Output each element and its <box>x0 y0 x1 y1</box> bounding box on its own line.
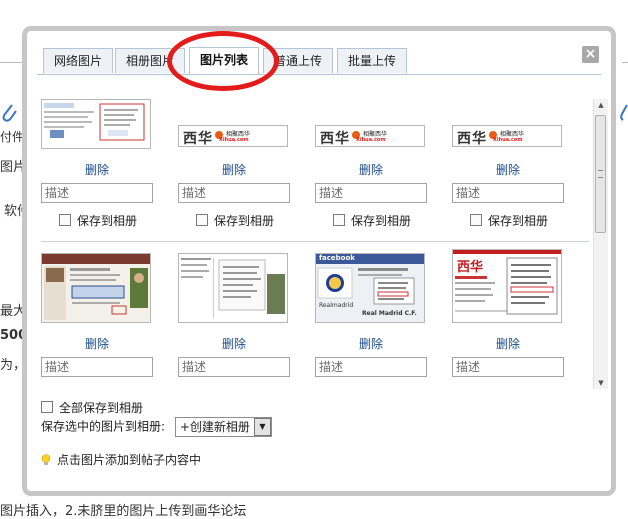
realmadrid-cf-label: Real Madrid C.F. <box>362 310 417 317</box>
image-thumbnail[interactable]: 西华 相聚西华 Xihua.com <box>315 125 425 147</box>
scrollbar-thumb[interactable] <box>595 115 606 233</box>
logo-url: Xihua.com <box>493 137 523 143</box>
paperclip-icon <box>2 104 17 122</box>
gallery-row: 删除 保存到相册 西华 相聚西华 Xihua.com 删除 保存到相册 <box>41 95 589 245</box>
image-thumbnail[interactable]: 西华 相聚西华 Xihua.com <box>178 125 288 147</box>
facebook-logo-text: facebook <box>319 254 355 262</box>
gallery-scrollbar[interactable]: ▲ ▼ <box>593 99 608 389</box>
description-input[interactable] <box>178 357 290 377</box>
background-text: 付件 <box>0 130 25 144</box>
delete-link[interactable]: 删除 <box>452 161 564 178</box>
save-to-album-option[interactable]: 保存到相册 <box>196 212 274 229</box>
description-input[interactable] <box>178 183 290 203</box>
delete-link[interactable]: 删除 <box>178 161 290 178</box>
image-gallery: 删除 保存到相册 西华 相聚西华 Xihua.com 删除 保存到相册 <box>41 95 599 392</box>
image-thumbnail[interactable] <box>41 253 151 323</box>
save-to-album-option[interactable]: 保存到相册 <box>59 212 137 229</box>
forum-menu-thumbnail-art <box>179 254 287 322</box>
delete-link[interactable]: 删除 <box>41 161 153 178</box>
image-thumbnail[interactable] <box>178 253 288 323</box>
gallery-item: 西华 相聚西华 Xihua.com 删除 保存到相册 <box>452 95 572 235</box>
save-selected-row: 保存选中的图片到相册: +创建新相册 ▼ <box>41 417 272 437</box>
save-to-album-checkbox[interactable] <box>59 214 71 226</box>
logo-text: 西华 <box>320 131 350 147</box>
tab-image-list[interactable]: 图片列表 <box>189 47 259 74</box>
save-all-checkbox[interactable] <box>41 401 53 413</box>
scroll-up-arrow-icon[interactable]: ▲ <box>594 99 608 111</box>
save-to-album-checkbox[interactable] <box>470 214 482 226</box>
xihua-menu-thumbnail-art <box>453 250 561 315</box>
tab-web-images[interactable]: 网络图片 <box>43 48 113 73</box>
save-to-album-label: 保存到相册 <box>351 214 412 228</box>
save-to-album-checkbox[interactable] <box>196 214 208 226</box>
gallery-item: 删除 保存到相册 <box>41 95 161 235</box>
delete-link[interactable]: 删除 <box>315 335 427 352</box>
scroll-down-arrow-icon[interactable]: ▼ <box>594 377 608 389</box>
image-dialog: 网络图片 相册图片 图片列表 普通上传 批量上传 × 删除 描述 保存到相册 西… <box>22 26 616 496</box>
save-to-album-option[interactable]: 保存到相册 <box>333 212 411 229</box>
save-selected-label: 保存选中的图片到相册: <box>41 419 166 434</box>
delete-link[interactable]: 删除 <box>178 335 290 352</box>
scroll-grip-icon <box>598 170 603 178</box>
description-input[interactable] <box>41 183 153 203</box>
gallery-item: 删除 <box>178 249 298 389</box>
paperclip-icon-right <box>620 104 628 121</box>
tab-batch-upload[interactable]: 批量上传 <box>337 48 407 73</box>
lightbulb-icon <box>41 454 51 465</box>
save-to-album-checkbox[interactable] <box>333 214 345 226</box>
gallery-item: 西华 相聚西华 Xihua.com 删除 保存到相册 <box>315 95 435 235</box>
dropdown-arrow-icon[interactable]: ▼ <box>253 418 271 436</box>
description-input[interactable] <box>452 357 564 377</box>
logo-text: 西华 <box>183 131 213 147</box>
image-thumbnail[interactable] <box>41 99 151 149</box>
gallery-item: 西华 相聚西华 Xihua.com 删除 保存到相册 <box>178 95 298 235</box>
hint-text: 点击图片添加到帖子内容中 <box>57 453 202 467</box>
gallery-item: 删除 <box>41 249 161 389</box>
forum-photo-thumbnail-art <box>42 254 150 322</box>
description-input[interactable] <box>41 357 153 377</box>
save-to-album-label: 保存到相册 <box>488 214 549 228</box>
description-input[interactable] <box>315 357 427 377</box>
save-to-album-label: 保存到相册 <box>77 214 138 228</box>
logo-url: Xihua.com <box>219 137 249 143</box>
gallery-item: facebook Realmadrid Real Madrid C.F. 删除 … <box>315 249 435 389</box>
background-divider <box>0 62 24 63</box>
realmadrid-label: Realmadrid <box>319 302 354 309</box>
image-thumbnail[interactable]: 西华 相聚西华 Xihua.com <box>452 125 562 147</box>
description-input[interactable] <box>452 183 564 203</box>
gallery-item: 西华 删除 描述 <box>452 249 572 389</box>
delete-link[interactable]: 删除 <box>315 161 427 178</box>
screenshot-thumbnail-art <box>42 100 150 148</box>
save-to-album-option[interactable]: 保存到相册 <box>470 212 548 229</box>
gallery-row: 删除 描述 删除 描述 facebook Realmadrid Real Mad… <box>41 249 589 392</box>
tab-album-images[interactable]: 相册图片 <box>115 48 185 73</box>
delete-link[interactable]: 删除 <box>41 335 153 352</box>
image-thumbnail[interactable]: 西华 <box>452 249 562 323</box>
background-text: 图片插入，2.未脐里的图片上传到画华论坛 <box>0 504 247 519</box>
tab-normal-upload[interactable]: 普通上传 <box>263 48 333 73</box>
close-button[interactable]: × <box>582 46 599 63</box>
background-divider-right <box>622 62 628 63</box>
hint-row: 点击图片添加到帖子内容中 <box>41 451 201 468</box>
logo-text: 西华 <box>457 131 487 147</box>
row-divider <box>41 241 589 242</box>
album-select-value: +创建新相册 <box>179 420 250 434</box>
description-input[interactable] <box>315 183 427 203</box>
logo-url: Xihua.com <box>356 137 386 143</box>
delete-link[interactable]: 删除 <box>452 335 564 352</box>
save-all-option[interactable]: 全部保存到相册 <box>41 399 143 416</box>
save-to-album-label: 保存到相册 <box>214 214 275 228</box>
image-thumbnail[interactable]: facebook Realmadrid Real Madrid C.F. <box>315 253 425 323</box>
tab-bar: 网络图片 相册图片 图片列表 普通上传 批量上传 <box>37 44 601 75</box>
save-all-label: 全部保存到相册 <box>59 401 144 415</box>
album-select[interactable]: +创建新相册 ▼ <box>174 417 272 437</box>
